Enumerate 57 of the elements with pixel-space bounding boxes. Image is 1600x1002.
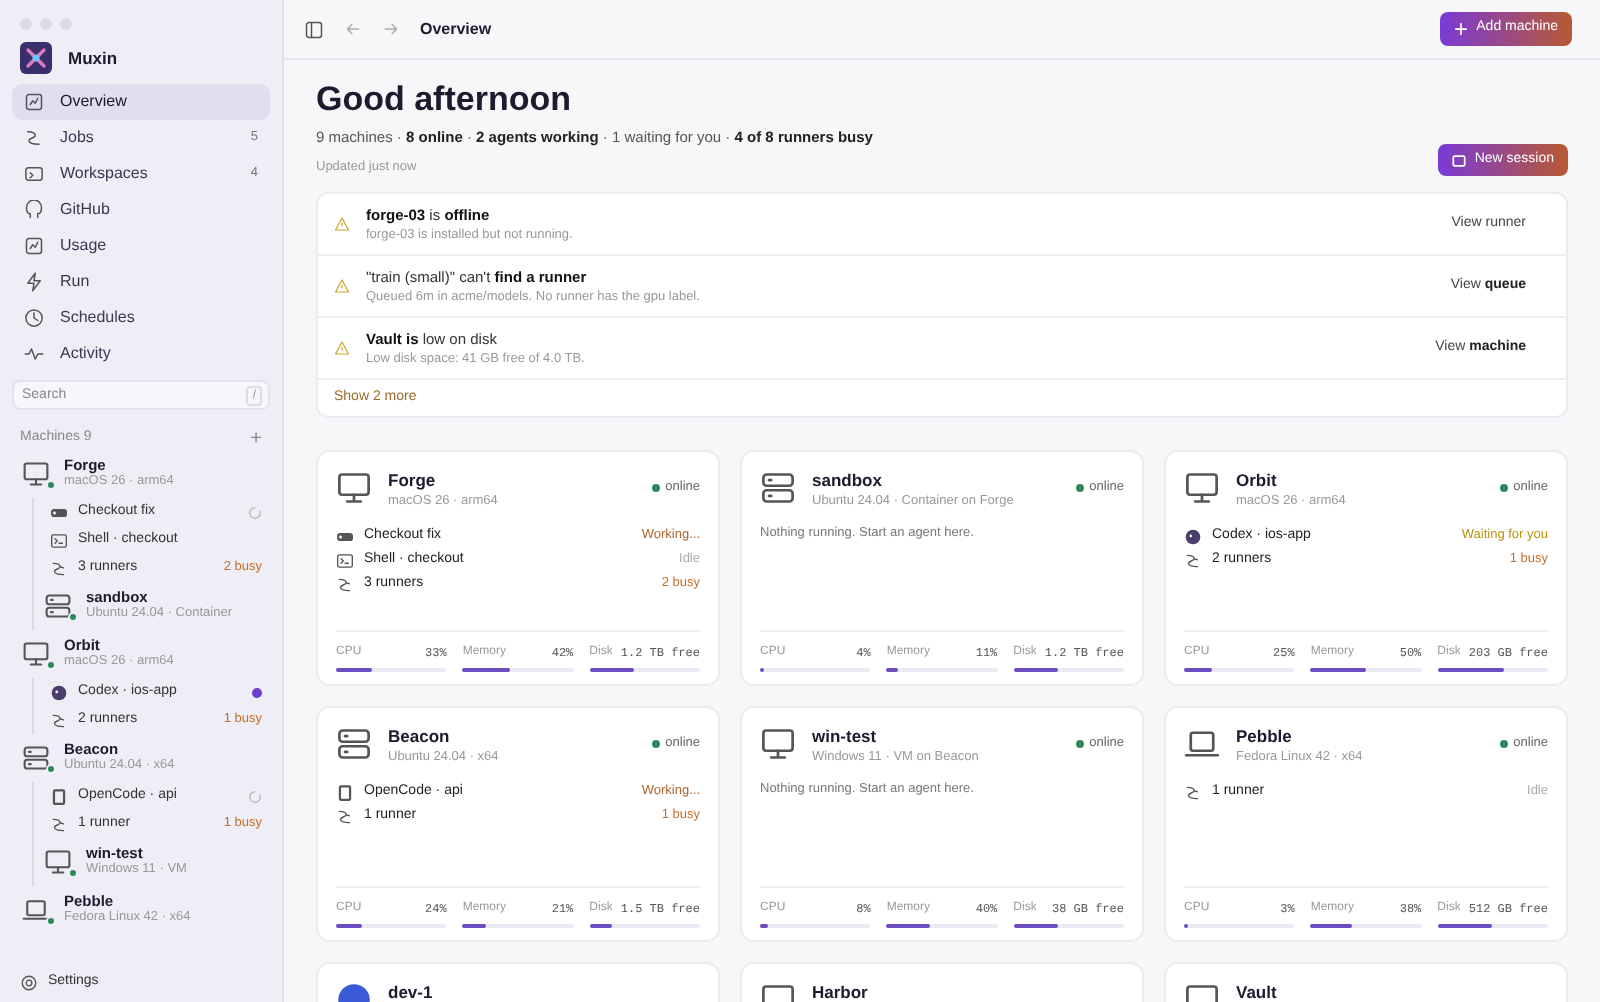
machine-name: Beacon bbox=[388, 726, 452, 748]
machine-name: Forge bbox=[388, 470, 438, 492]
nav-item[interactable]: GitHub bbox=[12, 192, 270, 228]
nav-item[interactable]: Run bbox=[12, 264, 270, 300]
runner-icon bbox=[50, 711, 68, 729]
machine-name: Vault bbox=[1236, 982, 1277, 1002]
machine-card[interactable]: Harbor bbox=[740, 962, 1144, 1002]
runner-icon bbox=[50, 559, 68, 577]
machine-name: sandbox bbox=[812, 470, 884, 492]
chart-icon bbox=[24, 92, 44, 112]
app-name: Muxin bbox=[68, 45, 118, 71]
machine-name: Harbor bbox=[812, 982, 868, 1002]
laptop-icon bbox=[20, 896, 52, 924]
back-icon bbox=[344, 20, 362, 38]
laptop-icon bbox=[1184, 726, 1220, 763]
server-icon bbox=[20, 744, 52, 772]
monitor-icon bbox=[20, 460, 52, 488]
server-icon bbox=[42, 592, 74, 620]
monitor-icon bbox=[336, 470, 372, 507]
pulse-icon bbox=[24, 344, 44, 364]
monitor-icon bbox=[20, 640, 52, 668]
server-icon bbox=[336, 726, 372, 763]
runner-icon bbox=[336, 575, 354, 594]
runner-icon bbox=[336, 807, 354, 826]
monitor-icon bbox=[760, 726, 796, 763]
page-heading: Good afternoon bbox=[316, 80, 573, 121]
nav-item[interactable]: Activity bbox=[12, 336, 270, 372]
runner-icon bbox=[1184, 783, 1202, 802]
forward-icon bbox=[382, 20, 400, 38]
github-icon bbox=[24, 200, 44, 220]
warning-icon bbox=[334, 278, 350, 295]
warning-icon bbox=[334, 216, 350, 233]
logo-icon bbox=[20, 42, 52, 74]
monitor-icon bbox=[42, 848, 74, 876]
warning-icon bbox=[334, 340, 350, 357]
nav-item[interactable]: Usage bbox=[12, 228, 270, 264]
agent-avatar-icon bbox=[1184, 527, 1202, 546]
nav-item[interactable]: Schedules bbox=[12, 300, 270, 336]
settings-icon bbox=[20, 973, 38, 991]
machine-name: Orbit bbox=[1236, 470, 1279, 492]
page-title: Overview bbox=[420, 17, 492, 41]
nav-item[interactable]: Overview bbox=[12, 84, 270, 120]
machine-name: win-test bbox=[812, 726, 879, 748]
machine-name: dev-1 bbox=[388, 982, 433, 1002]
machine-card[interactable]: dev-1 bbox=[316, 962, 720, 1002]
server-icon bbox=[760, 470, 796, 507]
sidebar-toggle-icon bbox=[304, 19, 324, 39]
clock-icon bbox=[24, 308, 44, 328]
monitor-icon bbox=[1184, 470, 1220, 507]
machine-name: Pebble bbox=[1236, 726, 1294, 748]
runner-icon bbox=[50, 815, 68, 833]
machine-card[interactable]: Vault bbox=[1164, 962, 1568, 1002]
runner-icon bbox=[1184, 551, 1202, 570]
plus-icon bbox=[1454, 22, 1469, 36]
agent-avatar-icon bbox=[50, 683, 68, 701]
chart-icon bbox=[24, 236, 44, 256]
bolt-icon bbox=[24, 272, 44, 292]
